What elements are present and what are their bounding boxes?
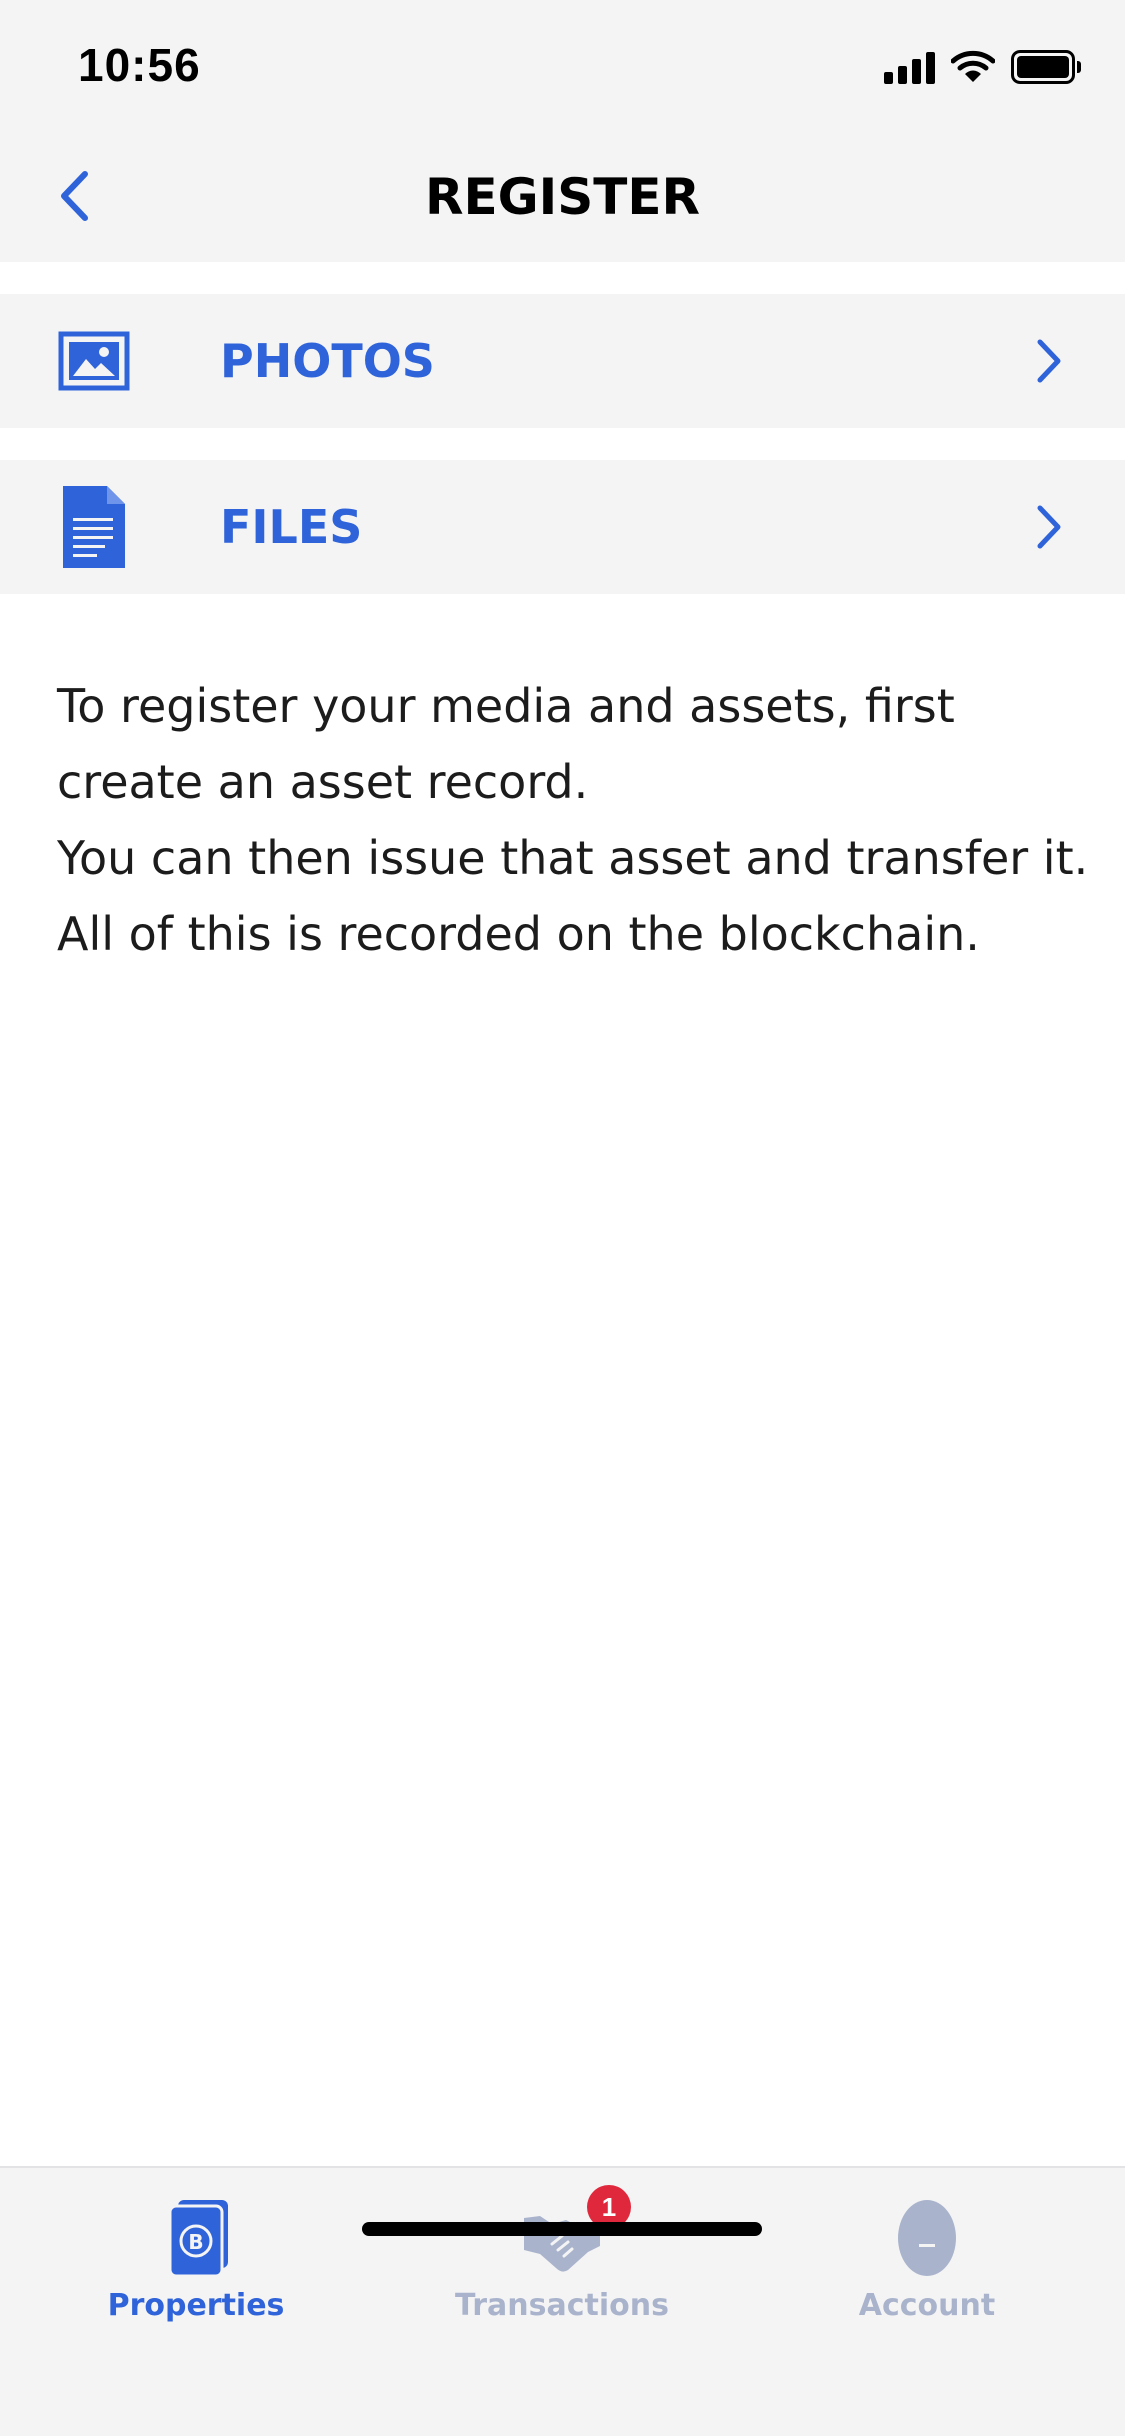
files-row[interactable]: FILES bbox=[0, 460, 1125, 594]
document-icon bbox=[56, 482, 132, 572]
description-line: create an asset record. bbox=[57, 755, 589, 809]
image-icon bbox=[56, 316, 132, 406]
status-bar: 10:56 bbox=[0, 0, 1125, 130]
description-line: To register your media and assets, first bbox=[57, 679, 955, 733]
page-title: REGISTER bbox=[424, 168, 701, 226]
chevron-right-icon bbox=[1031, 336, 1067, 386]
files-label: FILES bbox=[220, 500, 363, 554]
tab-bar: B Properties 1 Transactions Account bbox=[0, 2166, 1125, 2436]
wifi-icon bbox=[951, 50, 995, 82]
status-icons bbox=[884, 50, 1081, 84]
description-line: All of this is recorded on the blockchai… bbox=[57, 907, 980, 961]
photos-row[interactable]: PHOTOS bbox=[0, 294, 1125, 428]
register-description: To register your media and assets, first… bbox=[57, 668, 1089, 972]
account-icon bbox=[887, 2198, 967, 2278]
description-line: You can then issue that asset and transf… bbox=[57, 831, 1089, 885]
photos-label: PHOTOS bbox=[220, 334, 435, 388]
status-time: 10:56 bbox=[78, 39, 201, 91]
tab-label: Account bbox=[858, 2288, 996, 2323]
tab-label: Properties bbox=[107, 2288, 285, 2323]
tab-properties[interactable]: B Properties bbox=[46, 2198, 346, 2328]
home-indicator bbox=[362, 2222, 762, 2236]
svg-text:B: B bbox=[188, 2230, 203, 2254]
navigation-bar: REGISTER bbox=[0, 130, 1125, 262]
chevron-right-icon bbox=[1031, 502, 1067, 552]
tab-transactions[interactable]: 1 Transactions bbox=[412, 2185, 712, 2328]
tab-label: Transactions bbox=[455, 2288, 669, 2323]
handshake-icon: 1 bbox=[522, 2185, 631, 2278]
tab-account[interactable]: Account bbox=[777, 2198, 1077, 2328]
cellular-signal-icon bbox=[884, 50, 935, 84]
battery-icon bbox=[1011, 50, 1081, 84]
properties-icon: B bbox=[156, 2198, 236, 2278]
